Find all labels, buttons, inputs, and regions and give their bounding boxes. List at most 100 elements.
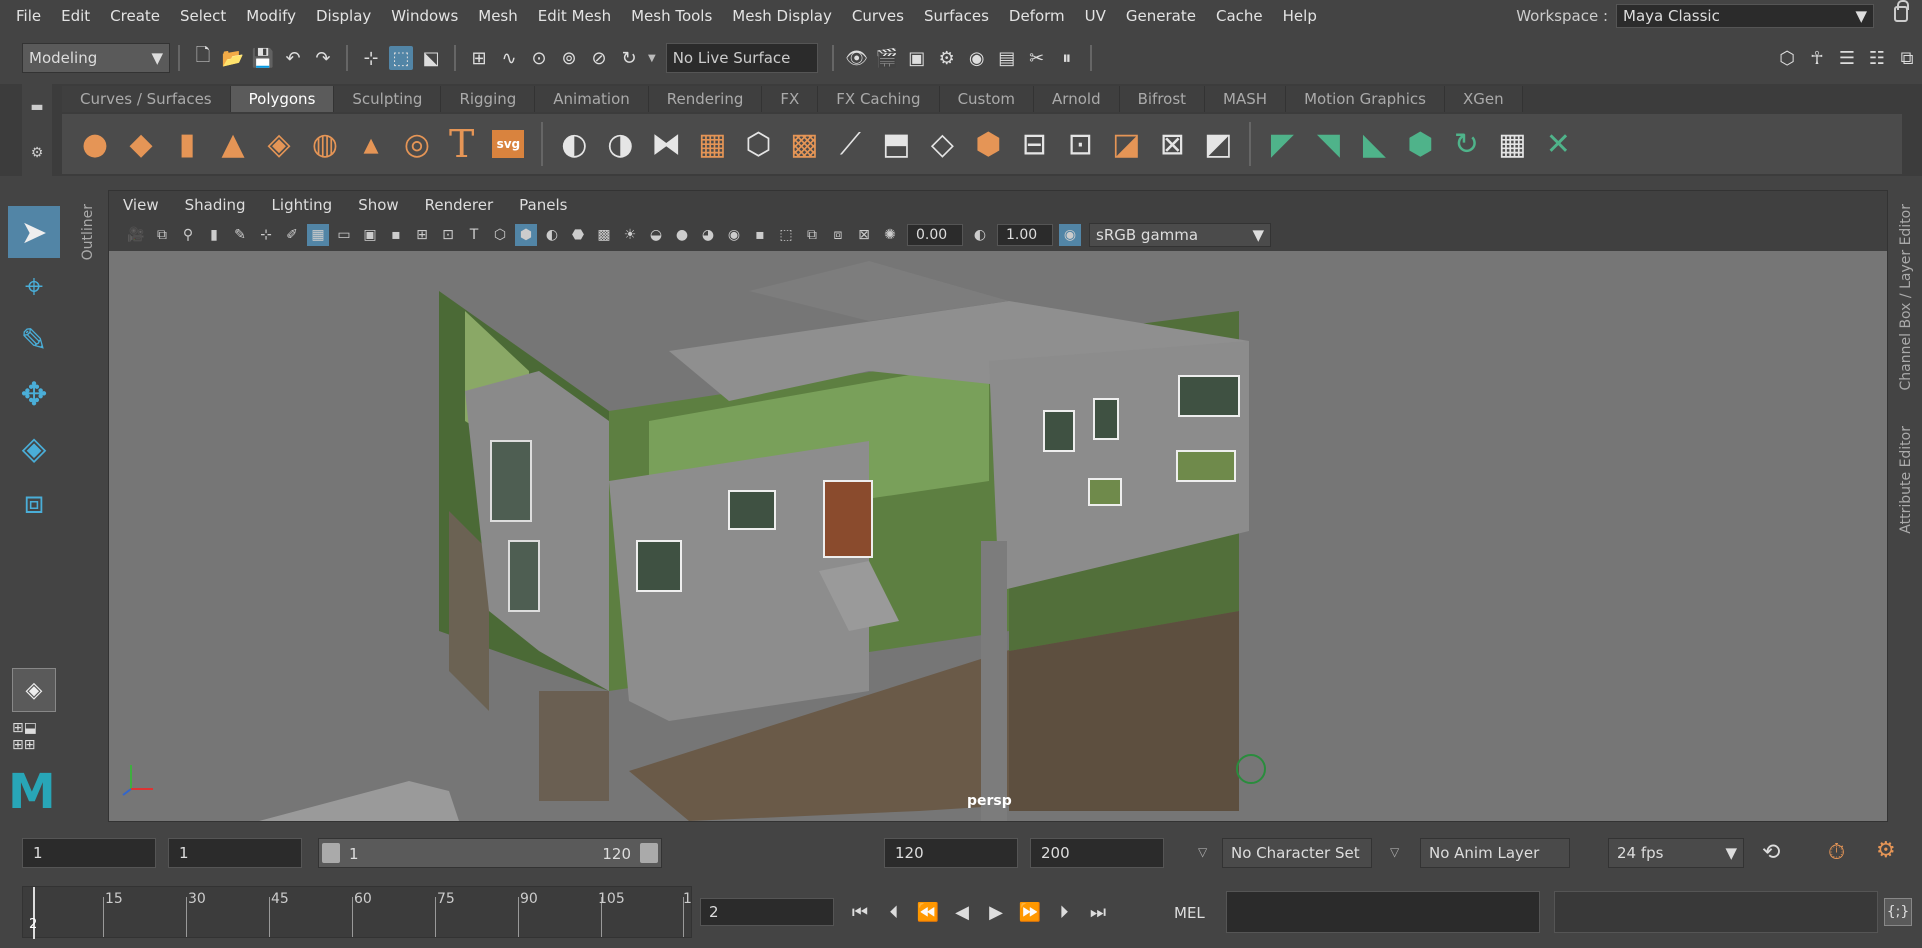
rotate-tool-icon[interactable]: ◈ — [8, 422, 60, 474]
planar-map-icon[interactable]: ◤ — [1264, 126, 1300, 162]
gamma-field[interactable]: 1.00 — [997, 224, 1053, 246]
exposure-field[interactable]: 0.00 — [907, 224, 963, 246]
menu-select[interactable]: Select — [170, 7, 236, 25]
go-to-end-icon[interactable]: ⏭ — [1084, 898, 1112, 926]
range-slider[interactable]: 1 120 — [318, 838, 662, 868]
range-start-handle[interactable] — [322, 843, 340, 863]
single-perspective-view-icon[interactable]: ◈ — [12, 668, 56, 712]
select-tool-icon[interactable]: ➤ — [8, 206, 60, 258]
new-scene-icon[interactable]: 🗋 — [191, 45, 215, 70]
open-scene-icon[interactable]: 📂 — [221, 46, 245, 70]
chevron-down-icon[interactable]: ▽ — [1198, 845, 1207, 859]
xray-icon[interactable]: ⧉ — [801, 224, 823, 246]
tab-animation[interactable]: Animation — [535, 86, 649, 112]
snap-curve-icon[interactable]: ∿ — [497, 46, 521, 70]
chevron-down-icon[interactable]: ▽ — [1390, 845, 1399, 859]
panel-menu-panels[interactable]: Panels — [519, 196, 579, 214]
menu-curves[interactable]: Curves — [842, 7, 914, 25]
menu-display[interactable]: Display — [306, 7, 381, 25]
default-material-icon[interactable]: ◐ — [541, 224, 563, 246]
menu-edit[interactable]: Edit — [51, 7, 100, 25]
poly-pyramid-icon[interactable]: ▴ — [353, 126, 389, 162]
menu-mesh-tools[interactable]: Mesh Tools — [621, 7, 722, 25]
poly-plane-icon[interactable]: ◈ — [261, 126, 297, 162]
lasso-tool-icon[interactable]: ⌖ — [8, 260, 60, 312]
poly-torus-icon[interactable]: ◍ — [307, 126, 343, 162]
mirror-icon[interactable]: ⧓ — [648, 126, 684, 162]
snap-point-icon[interactable]: ⊙ — [527, 46, 551, 70]
gate-mask-icon[interactable]: ▪ — [385, 224, 407, 246]
panel-menu-show[interactable]: Show — [358, 196, 410, 214]
grid-icon[interactable]: ▦ — [307, 224, 329, 246]
tab-arnold[interactable]: Arnold — [1034, 86, 1120, 112]
tab-polygons[interactable]: Polygons — [230, 86, 335, 112]
multi-cut-icon[interactable]: ⊟ — [1016, 126, 1052, 162]
bevel-icon[interactable]: ◇ — [924, 126, 960, 162]
panel-menu-renderer[interactable]: Renderer — [425, 196, 505, 214]
step-back-key-icon[interactable]: ⏪ — [914, 898, 942, 926]
menu-help[interactable]: Help — [1273, 7, 1327, 25]
panel-menu-shading[interactable]: Shading — [185, 196, 258, 214]
reduce-icon[interactable]: ▩ — [786, 126, 822, 162]
step-back-frame-icon[interactable]: ⏴ — [880, 898, 908, 926]
tab-xgen[interactable]: XGen — [1444, 86, 1523, 112]
outliner-label[interactable]: Outliner — [80, 204, 96, 260]
view-transform-dropdown[interactable]: sRGB gamma ▼ — [1089, 223, 1271, 247]
menu-surfaces[interactable]: Surfaces — [914, 7, 999, 25]
target-weld-icon[interactable]: ◪ — [1108, 126, 1144, 162]
render-setup-icon[interactable]: ✂ — [1025, 46, 1049, 70]
anim-layer-dropdown[interactable]: No Anim Layer — [1420, 838, 1570, 868]
menu-file[interactable]: File — [0, 7, 51, 25]
brush-icon[interactable]: ✐ — [281, 224, 303, 246]
current-frame-field[interactable]: 2 — [700, 898, 834, 926]
gear-icon[interactable]: ⚙ — [31, 145, 44, 161]
script-editor-icon[interactable]: {;} — [1884, 898, 1912, 926]
menu-uv[interactable]: UV — [1075, 7, 1116, 25]
multisample-aa-icon[interactable]: ◉ — [723, 224, 745, 246]
shelf-menu-icon[interactable]: ▬ — [30, 99, 43, 115]
render-frame-icon[interactable]: 🎬 — [875, 46, 899, 70]
time-slider[interactable]: 15 30 45 60 75 90 105 1 2 — [22, 886, 692, 939]
safe-action-icon[interactable]: ⊡ — [437, 224, 459, 246]
motion-blur-icon[interactable]: ◕ — [697, 224, 719, 246]
film-gate-icon[interactable]: ▭ — [333, 224, 355, 246]
poly-cone-icon[interactable]: ▲ — [215, 126, 251, 162]
command-input[interactable] — [1226, 891, 1540, 933]
menu-cache[interactable]: Cache — [1206, 7, 1273, 25]
tab-mash[interactable]: MASH — [1205, 86, 1287, 112]
make-live-icon[interactable]: ⊘ — [587, 46, 611, 70]
tab-custom[interactable]: Custom — [939, 86, 1035, 112]
textured-icon[interactable]: ▩ — [593, 224, 615, 246]
live-surface-field[interactable]: No Live Surface — [665, 43, 818, 73]
play-backwards-icon[interactable]: ◀ — [948, 898, 976, 926]
redo-icon[interactable]: ↷ — [311, 46, 335, 70]
move-tool-icon[interactable]: ✥ — [8, 368, 60, 420]
lock-icon[interactable] — [1894, 0, 1909, 22]
auto-key-icon[interactable]: ⏱ — [1828, 840, 1845, 865]
menu-mesh-display[interactable]: Mesh Display — [722, 7, 842, 25]
chevron-down-icon[interactable]: ▼ — [648, 53, 656, 64]
undo-icon[interactable]: ↶ — [281, 46, 305, 70]
resolution-gate-icon[interactable]: ▣ — [359, 224, 381, 246]
ambient-occlusion-icon[interactable]: ● — [671, 224, 693, 246]
tab-rigging[interactable]: Rigging — [441, 86, 536, 112]
select-camera-icon[interactable]: 🎥 — [125, 224, 147, 246]
play-forwards-icon[interactable]: ▶ — [982, 898, 1010, 926]
scale-tool-icon[interactable]: ⧈ — [8, 476, 60, 528]
snap-together-icon[interactable]: ↻ — [617, 46, 641, 70]
extrude-icon[interactable]: ⬒ — [878, 126, 914, 162]
two-d-pan-icon[interactable]: ⊹ — [255, 224, 277, 246]
playback-end-field[interactable]: 120 — [884, 838, 1018, 868]
depth-of-field-icon[interactable]: ▪ — [749, 224, 771, 246]
uv-toolkit-icon[interactable]: ✕ — [1540, 126, 1576, 162]
ipr-render-icon[interactable]: ▣ — [905, 46, 929, 70]
poly-cylinder-icon[interactable]: ▮ — [169, 126, 205, 162]
select-component-icon[interactable]: ⬕ — [419, 46, 443, 70]
menu-windows[interactable]: Windows — [381, 7, 468, 25]
loop-icon[interactable]: ⟲ — [1762, 840, 1780, 865]
tab-rendering[interactable]: Rendering — [648, 86, 763, 112]
viewport-3d[interactable]: persp — [109, 251, 1887, 821]
svg-icon[interactable]: svg — [492, 130, 525, 158]
tab-motion-graphics[interactable]: Motion Graphics — [1286, 86, 1445, 112]
wireframe-on-shaded-icon[interactable]: ⬣ — [567, 224, 589, 246]
